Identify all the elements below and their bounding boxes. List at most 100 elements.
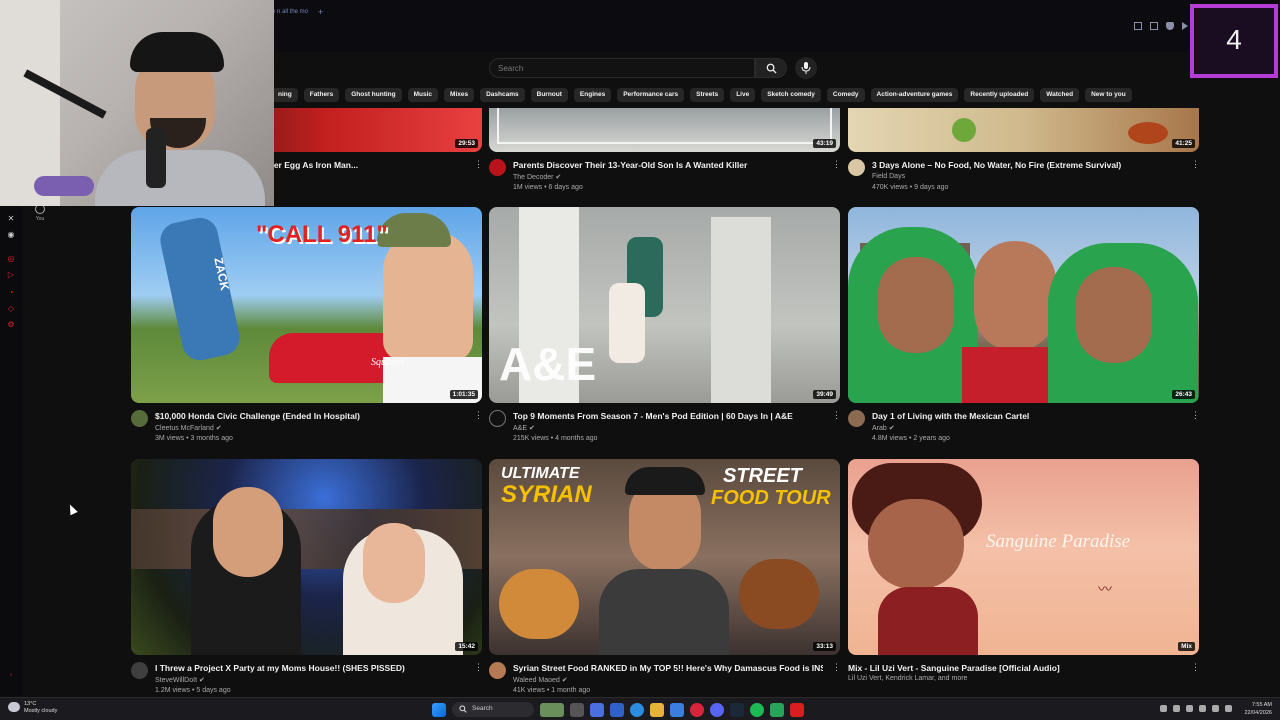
video-title[interactable]: Syrian Street Food RANKED in My TOP 5!! … [513, 663, 823, 673]
channel-avatar[interactable] [489, 410, 506, 427]
video-card[interactable]: 26:43 Day 1 of Living with the Mexican C… [848, 207, 1200, 447]
chip[interactable]: Performance cars [617, 88, 685, 102]
settings-icon[interactable]: ⚙ [6, 320, 16, 330]
spotify-icon[interactable] [750, 702, 764, 717]
search-input[interactable]: Search [489, 58, 755, 78]
chip[interactable]: Mixes [444, 88, 475, 102]
video-thumbnail[interactable]: 43:19 [489, 108, 840, 152]
video-card[interactable]: 43:19 Parents Discover Their 13-Year-Old… [489, 108, 841, 192]
video-title[interactable]: Parents Discover Their 13-Year-Old Son I… [513, 160, 823, 170]
windows-start-icon[interactable] [432, 702, 446, 717]
video-card[interactable]: ULTIMATE SYRIAN STREET FOOD TOUR 33:13 S… [489, 459, 841, 697]
video-thumbnail[interactable]: 15:42 [131, 459, 482, 655]
more-options-icon[interactable]: ⋮ [474, 663, 483, 672]
chip[interactable]: Action-adventure games [870, 88, 959, 102]
app-icon[interactable] [590, 702, 604, 717]
chip[interactable]: Sketch comedy [761, 88, 821, 102]
video-title[interactable]: Top 9 Moments From Season 7 - Men's Pod … [513, 411, 823, 421]
chip[interactable]: Recently uploaded [964, 88, 1035, 102]
video-thumbnail[interactable]: 41:25 [848, 108, 1199, 152]
app-icon[interactable] [610, 702, 624, 717]
more-icon[interactable]: ◦ [6, 670, 16, 680]
store-icon[interactable] [670, 702, 684, 717]
bag-icon[interactable]: ◇ [6, 304, 16, 314]
folder-icon[interactable] [650, 702, 664, 717]
shield-icon[interactable] [1166, 22, 1174, 30]
video-thumbnail[interactable]: A&E 39:49 [489, 207, 840, 403]
channel-name[interactable]: Lil Uzi Vert, Kendrick Lamar, and more [848, 675, 967, 682]
chip[interactable]: Streets [690, 88, 725, 102]
channel-avatar[interactable] [131, 410, 148, 427]
channel-name[interactable]: A&E ✔ [513, 424, 535, 432]
volume-icon[interactable] [1212, 705, 1219, 712]
more-options-icon[interactable]: ⋮ [832, 411, 841, 420]
video-thumbnail[interactable]: Sanguine Paradise 〰 Mix [848, 459, 1199, 655]
opera-icon[interactable] [690, 702, 704, 717]
network-icon[interactable] [1199, 705, 1206, 712]
video-title[interactable]: 3 Days Alone – No Food, No Water, No Fir… [872, 160, 1182, 170]
steam-icon[interactable] [730, 702, 744, 717]
x-icon[interactable]: ✕ [6, 214, 16, 224]
channel-name[interactable]: The Decoder ✔ [513, 173, 561, 181]
channel-name[interactable]: Waleed Maoed ✔ [513, 676, 568, 684]
chip[interactable]: Burnout [530, 88, 568, 102]
cloud-icon[interactable] [1173, 705, 1180, 712]
discord-icon[interactable]: ◉ [6, 230, 16, 240]
more-options-icon[interactable]: ⋮ [1191, 663, 1200, 672]
video-title[interactable]: Day 1 of Living with the Mexican Cartel [872, 411, 1182, 421]
task-view-icon[interactable] [570, 702, 584, 717]
chip[interactable]: Ghost hunting [345, 88, 402, 102]
chip[interactable]: New to you [1085, 88, 1132, 102]
mic-icon[interactable] [1186, 705, 1193, 712]
chip[interactable]: Watched [1040, 88, 1080, 102]
channel-avatar[interactable] [848, 159, 865, 176]
video-card[interactable]: 41:25 3 Days Alone – No Food, No Water, … [848, 108, 1200, 192]
browser-icon[interactable] [630, 702, 644, 717]
chip[interactable]: Dashcams [480, 88, 525, 102]
more-options-icon[interactable]: ⋮ [832, 160, 841, 169]
more-options-icon[interactable]: ⋮ [1191, 411, 1200, 420]
sidebar-item-you[interactable]: You [30, 204, 50, 222]
channel-name[interactable]: SteveWillDoIt ✔ [155, 676, 205, 684]
clock-icon[interactable]: ◔ [6, 288, 16, 298]
discord-icon[interactable] [710, 702, 724, 717]
widget-icon[interactable] [540, 702, 564, 717]
app-icon[interactable] [770, 702, 784, 717]
video-card[interactable]: "CALL 911" ZACK Squirrel 1:01:35 $10,000… [131, 207, 483, 447]
browser-tab[interactable]: e n all the mo [272, 9, 308, 15]
extension-icon[interactable] [1134, 22, 1142, 30]
more-options-icon[interactable]: ⋮ [474, 160, 483, 169]
channel-name[interactable]: Cleetus McFarland ✔ [155, 424, 222, 432]
voice-search-button[interactable] [795, 57, 817, 79]
video-title[interactable]: Mix - Lil Uzi Vert - Sanguine Paradise [… [848, 663, 1158, 673]
play-icon[interactable] [1182, 22, 1188, 30]
chip[interactable]: ning [272, 88, 298, 102]
more-options-icon[interactable]: ⋮ [832, 663, 841, 672]
channel-name[interactable]: Arab ✔ [872, 424, 895, 432]
clock[interactable]: 7:55 AM 22/04/2026 [1244, 701, 1272, 717]
new-tab-button[interactable]: + [318, 7, 323, 17]
battery-icon[interactable] [1225, 705, 1232, 712]
taskbar-search[interactable]: Search [452, 702, 534, 717]
channel-avatar[interactable] [489, 159, 506, 176]
record-icon[interactable]: ◎ [6, 254, 16, 264]
more-options-icon[interactable]: ⋮ [474, 411, 483, 420]
channel-avatar[interactable] [489, 662, 506, 679]
more-options-icon[interactable]: ⋮ [1191, 160, 1200, 169]
video-title[interactable]: I Threw a Project X Party at my Moms Hou… [155, 663, 465, 673]
search-button[interactable] [755, 58, 787, 78]
chevron-up-icon[interactable] [1160, 705, 1167, 712]
video-thumbnail[interactable]: 26:43 [848, 207, 1199, 403]
extension-icon[interactable] [1150, 22, 1158, 30]
play-icon[interactable]: ▷ [6, 270, 16, 280]
chip[interactable]: Live [730, 88, 756, 102]
video-card[interactable]: Sanguine Paradise 〰 Mix Mix - Lil Uzi Ve… [848, 459, 1200, 697]
channel-avatar[interactable] [848, 410, 865, 427]
chip[interactable]: Comedy [826, 88, 865, 102]
channel-name[interactable]: Field Days [872, 173, 905, 180]
chip[interactable]: Music [407, 88, 439, 102]
channel-avatar[interactable] [131, 662, 148, 679]
video-title[interactable]: $10,000 Honda Civic Challenge (Ended In … [155, 411, 465, 421]
video-card[interactable]: A&E 39:49 Top 9 Moments From Season 7 - … [489, 207, 841, 447]
youtube-icon[interactable] [790, 702, 804, 717]
